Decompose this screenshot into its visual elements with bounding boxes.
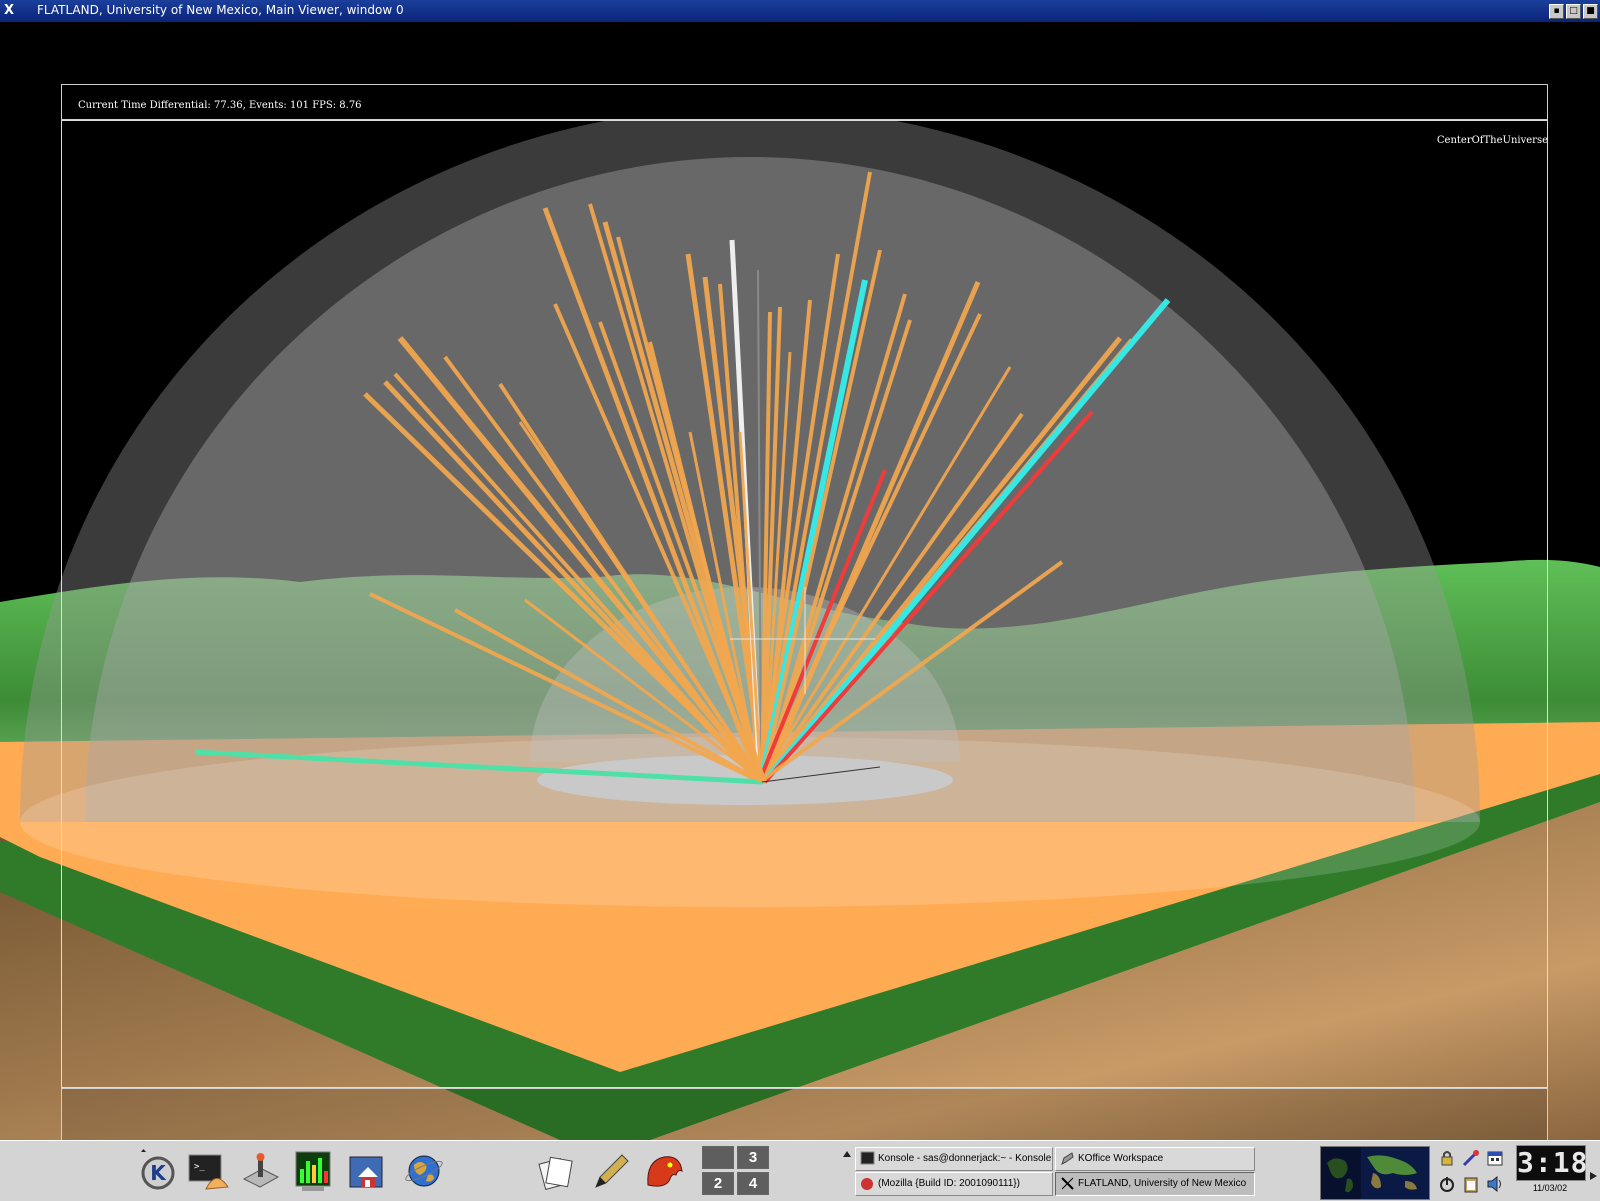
status-readout: Current Time Differential: 77.36, Events…	[78, 100, 362, 111]
network-icon[interactable]	[1462, 1149, 1480, 1167]
desktop-pager-4[interactable]: 4	[737, 1172, 769, 1195]
window-menu-icon[interactable]: X	[4, 3, 14, 18]
svg-text:K: K	[150, 1161, 167, 1185]
task-mozilla[interactable]: (Mozilla {Build ID: 2001090111})	[855, 1172, 1053, 1196]
pen-editor-icon[interactable]	[588, 1149, 632, 1193]
task-label: (Mozilla {Build ID: 2001090111})	[878, 1178, 1020, 1189]
kde-taskbar: K >_ 3 2 4 Konsole - sas@donnerjack:~ - …	[0, 1140, 1600, 1201]
web-browser-globe-icon[interactable]	[402, 1149, 446, 1193]
calendar-icon[interactable]	[1486, 1149, 1504, 1167]
desktop-pager-3[interactable]: 3	[737, 1146, 769, 1169]
mozilla-icon	[860, 1176, 875, 1191]
kde-menu-icon[interactable]: K	[136, 1149, 180, 1193]
window-title-bar[interactable]: X FLATLAND, University of New Mexico, Ma…	[0, 0, 1600, 22]
system-monitor-icon[interactable]	[292, 1149, 336, 1193]
power-icon[interactable]	[1438, 1175, 1456, 1193]
task-flatland[interactable]: FLATLAND, University of New Mexico	[1055, 1172, 1255, 1196]
clipboard-icon[interactable]	[1462, 1175, 1480, 1193]
task-label: FLATLAND, University of New Mexico	[1078, 1178, 1247, 1189]
task-konsole[interactable]: Konsole - sas@donnerjack:~ - Konsole	[855, 1147, 1053, 1171]
home-folder-icon[interactable]	[346, 1149, 390, 1193]
task-label: KOffice Workspace	[1078, 1153, 1164, 1164]
desktop-pager-1[interactable]	[702, 1146, 734, 1169]
taskbar-scroll-up-icon[interactable]	[843, 1143, 851, 1157]
center-of-universe-label: CenterOfTheUniverse	[1436, 135, 1548, 146]
clock-display[interactable]: 3:18	[1516, 1145, 1587, 1181]
task-koffice[interactable]: KOffice Workspace	[1055, 1147, 1255, 1171]
scene-canvas[interactable]	[0, 22, 1600, 1140]
x-icon	[1060, 1176, 1075, 1191]
world-map-icon[interactable]	[1320, 1146, 1430, 1200]
konsole-shell-icon[interactable]: >_	[186, 1149, 230, 1193]
hud-status-bar: Current Time Differential: 77.36, Events…	[61, 84, 1548, 120]
task-label: Konsole - sas@donnerjack:~ - Konsole	[878, 1153, 1052, 1164]
koffice-icon	[1060, 1151, 1075, 1166]
minimize-button[interactable]: ▪	[1549, 4, 1564, 19]
volume-icon[interactable]	[1486, 1175, 1504, 1193]
close-button[interactable]: ■	[1583, 4, 1598, 19]
3d-viewport[interactable]: Current Time Differential: 77.36, Events…	[0, 22, 1600, 1162]
maximize-button[interactable]: □	[1566, 4, 1581, 19]
office-files-icon[interactable]	[534, 1149, 578, 1193]
konsole-icon	[860, 1151, 875, 1166]
control-center-icon[interactable]	[238, 1149, 282, 1193]
date-display: 11/03/02	[1532, 1183, 1568, 1193]
lock-icon[interactable]	[1438, 1149, 1456, 1167]
svg-text:>_: >_	[194, 1162, 205, 1172]
panel-hide-arrow-icon[interactable]	[1589, 1166, 1598, 1180]
desktop-pager-2[interactable]: 2	[702, 1172, 734, 1195]
mozilla-icon[interactable]	[642, 1149, 686, 1193]
window-title: FLATLAND, University of New Mexico, Main…	[37, 3, 404, 17]
